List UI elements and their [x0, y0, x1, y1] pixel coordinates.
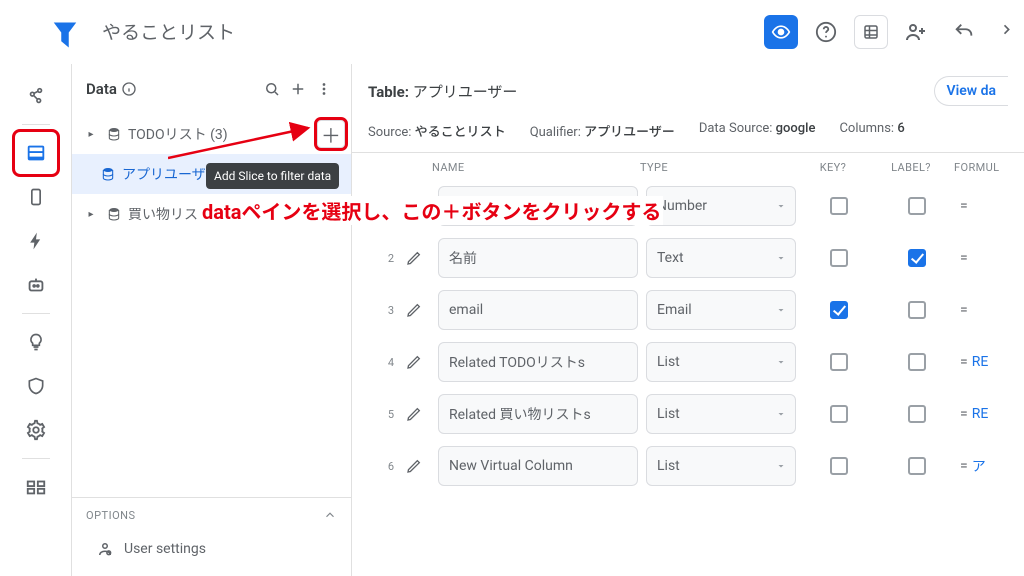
tree-item-todo[interactable]: ▸ TODOリスト (3) ＋ — [72, 114, 351, 154]
add-table-icon[interactable] — [285, 76, 311, 102]
columns-list: 1_RowNumberNumber= 2名前Text= 3emailEmail=… — [352, 180, 1024, 502]
help-button[interactable] — [806, 12, 846, 52]
nav-rail — [0, 64, 72, 576]
column-type-select[interactable]: List — [646, 394, 796, 434]
label-checkbox[interactable] — [908, 301, 926, 319]
main-panel: Table: アプリユーザー View da Source: やることリスト Q… — [352, 64, 1024, 576]
rail-manage-icon[interactable] — [16, 467, 56, 507]
row-number: 4 — [368, 356, 398, 369]
key-checkbox[interactable] — [830, 405, 848, 423]
column-type-select[interactable]: Number — [646, 186, 796, 226]
key-checkbox[interactable] — [830, 457, 848, 475]
formula-cell[interactable]: = ア — [960, 456, 1024, 476]
column-row: 3emailEmail= — [362, 284, 1014, 336]
column-row: 2名前Text= — [362, 232, 1014, 284]
label-checkbox[interactable] — [908, 197, 926, 215]
column-type-select[interactable]: Email — [646, 290, 796, 330]
app-logo-icon — [50, 20, 80, 50]
sidebar-header: Data — [72, 64, 351, 114]
undo-button[interactable] — [944, 12, 984, 52]
rail-bot-icon[interactable] — [16, 265, 56, 305]
rail-security-icon[interactable] — [16, 366, 56, 406]
column-name-input[interactable]: 名前 — [438, 238, 638, 278]
edit-icon[interactable] — [406, 302, 430, 318]
rail-idea-icon[interactable] — [16, 322, 56, 362]
edit-icon[interactable] — [406, 354, 430, 370]
column-name-input[interactable]: email — [438, 290, 638, 330]
column-row: 4Related TODOリストsList= RE — [362, 336, 1014, 388]
column-row: 6New Virtual ColumnList= ア — [362, 440, 1014, 492]
topbar: やることリスト — [0, 0, 1024, 64]
row-number: 2 — [368, 252, 398, 265]
key-checkbox[interactable] — [830, 301, 848, 319]
column-name-input[interactable]: Related TODOリストs — [438, 342, 638, 382]
formula-cell[interactable]: = — [960, 250, 1024, 266]
row-number: 6 — [368, 460, 398, 473]
edit-icon[interactable] — [406, 458, 430, 474]
key-checkbox[interactable] — [830, 197, 848, 215]
rail-settings-icon[interactable] — [16, 410, 56, 450]
row-number: 3 — [368, 304, 398, 317]
more-icon[interactable] — [311, 76, 337, 102]
column-type-select[interactable]: List — [646, 446, 796, 486]
view-data-button[interactable]: View da — [934, 76, 1008, 106]
share-button[interactable] — [896, 12, 936, 52]
key-checkbox[interactable] — [830, 249, 848, 267]
label-checkbox[interactable] — [908, 405, 926, 423]
info-icon[interactable] — [121, 81, 137, 97]
top-actions — [764, 12, 1012, 52]
table-meta: Source: やることリスト Qualifier: アプリユーザー Data … — [352, 115, 1024, 153]
rail-views-icon[interactable] — [16, 177, 56, 217]
add-slice-tooltip: Add Slice to filter data — [206, 163, 339, 189]
column-name-input[interactable]: Related 買い物リストs — [438, 394, 638, 434]
options-header[interactable]: OPTIONS — [72, 497, 351, 532]
edit-icon[interactable] — [406, 250, 430, 266]
column-row: 5Related 買い物リストsList= RE — [362, 388, 1014, 440]
redo-button[interactable] — [992, 12, 1012, 52]
table-title-row: Table: アプリユーザー View da — [352, 64, 1024, 115]
rail-actions-icon[interactable] — [16, 221, 56, 261]
label-checkbox[interactable] — [908, 457, 926, 475]
label-checkbox[interactable] — [908, 353, 926, 371]
app-title: やることリスト — [102, 18, 235, 45]
column-name-input[interactable]: New Virtual Column — [438, 446, 638, 486]
formula-cell[interactable]: = RE — [960, 354, 1024, 370]
label-checkbox[interactable] — [908, 249, 926, 267]
sidebar-title: Data — [86, 80, 117, 98]
formula-cell[interactable]: = — [960, 198, 1024, 214]
edit-icon[interactable] — [406, 406, 430, 422]
rail-home-icon[interactable] — [16, 76, 56, 116]
preview-button[interactable] — [764, 15, 798, 49]
data-sidebar: Data ▸ TODOリスト (3) ＋ アプリユーザー ▸ 買い物リスト (1… — [72, 64, 352, 576]
row-number: 5 — [368, 408, 398, 421]
search-icon[interactable] — [259, 76, 285, 102]
formula-cell[interactable]: = — [960, 302, 1024, 318]
formula-cell[interactable]: = RE — [960, 406, 1024, 422]
column-type-select[interactable]: Text — [646, 238, 796, 278]
column-type-select[interactable]: List — [646, 342, 796, 382]
add-slice-button[interactable]: ＋ — [317, 120, 345, 148]
columns-header: NAME TYPE KEY? LABEL? FORMUL — [352, 153, 1024, 180]
rail-data-icon[interactable] — [16, 133, 56, 173]
key-checkbox[interactable] — [830, 353, 848, 371]
user-settings-link[interactable]: User settings — [72, 532, 351, 576]
annotation-text: dataペインを選択し、この＋ボタンをクリックする — [200, 196, 663, 225]
sheets-button[interactable] — [854, 15, 888, 49]
